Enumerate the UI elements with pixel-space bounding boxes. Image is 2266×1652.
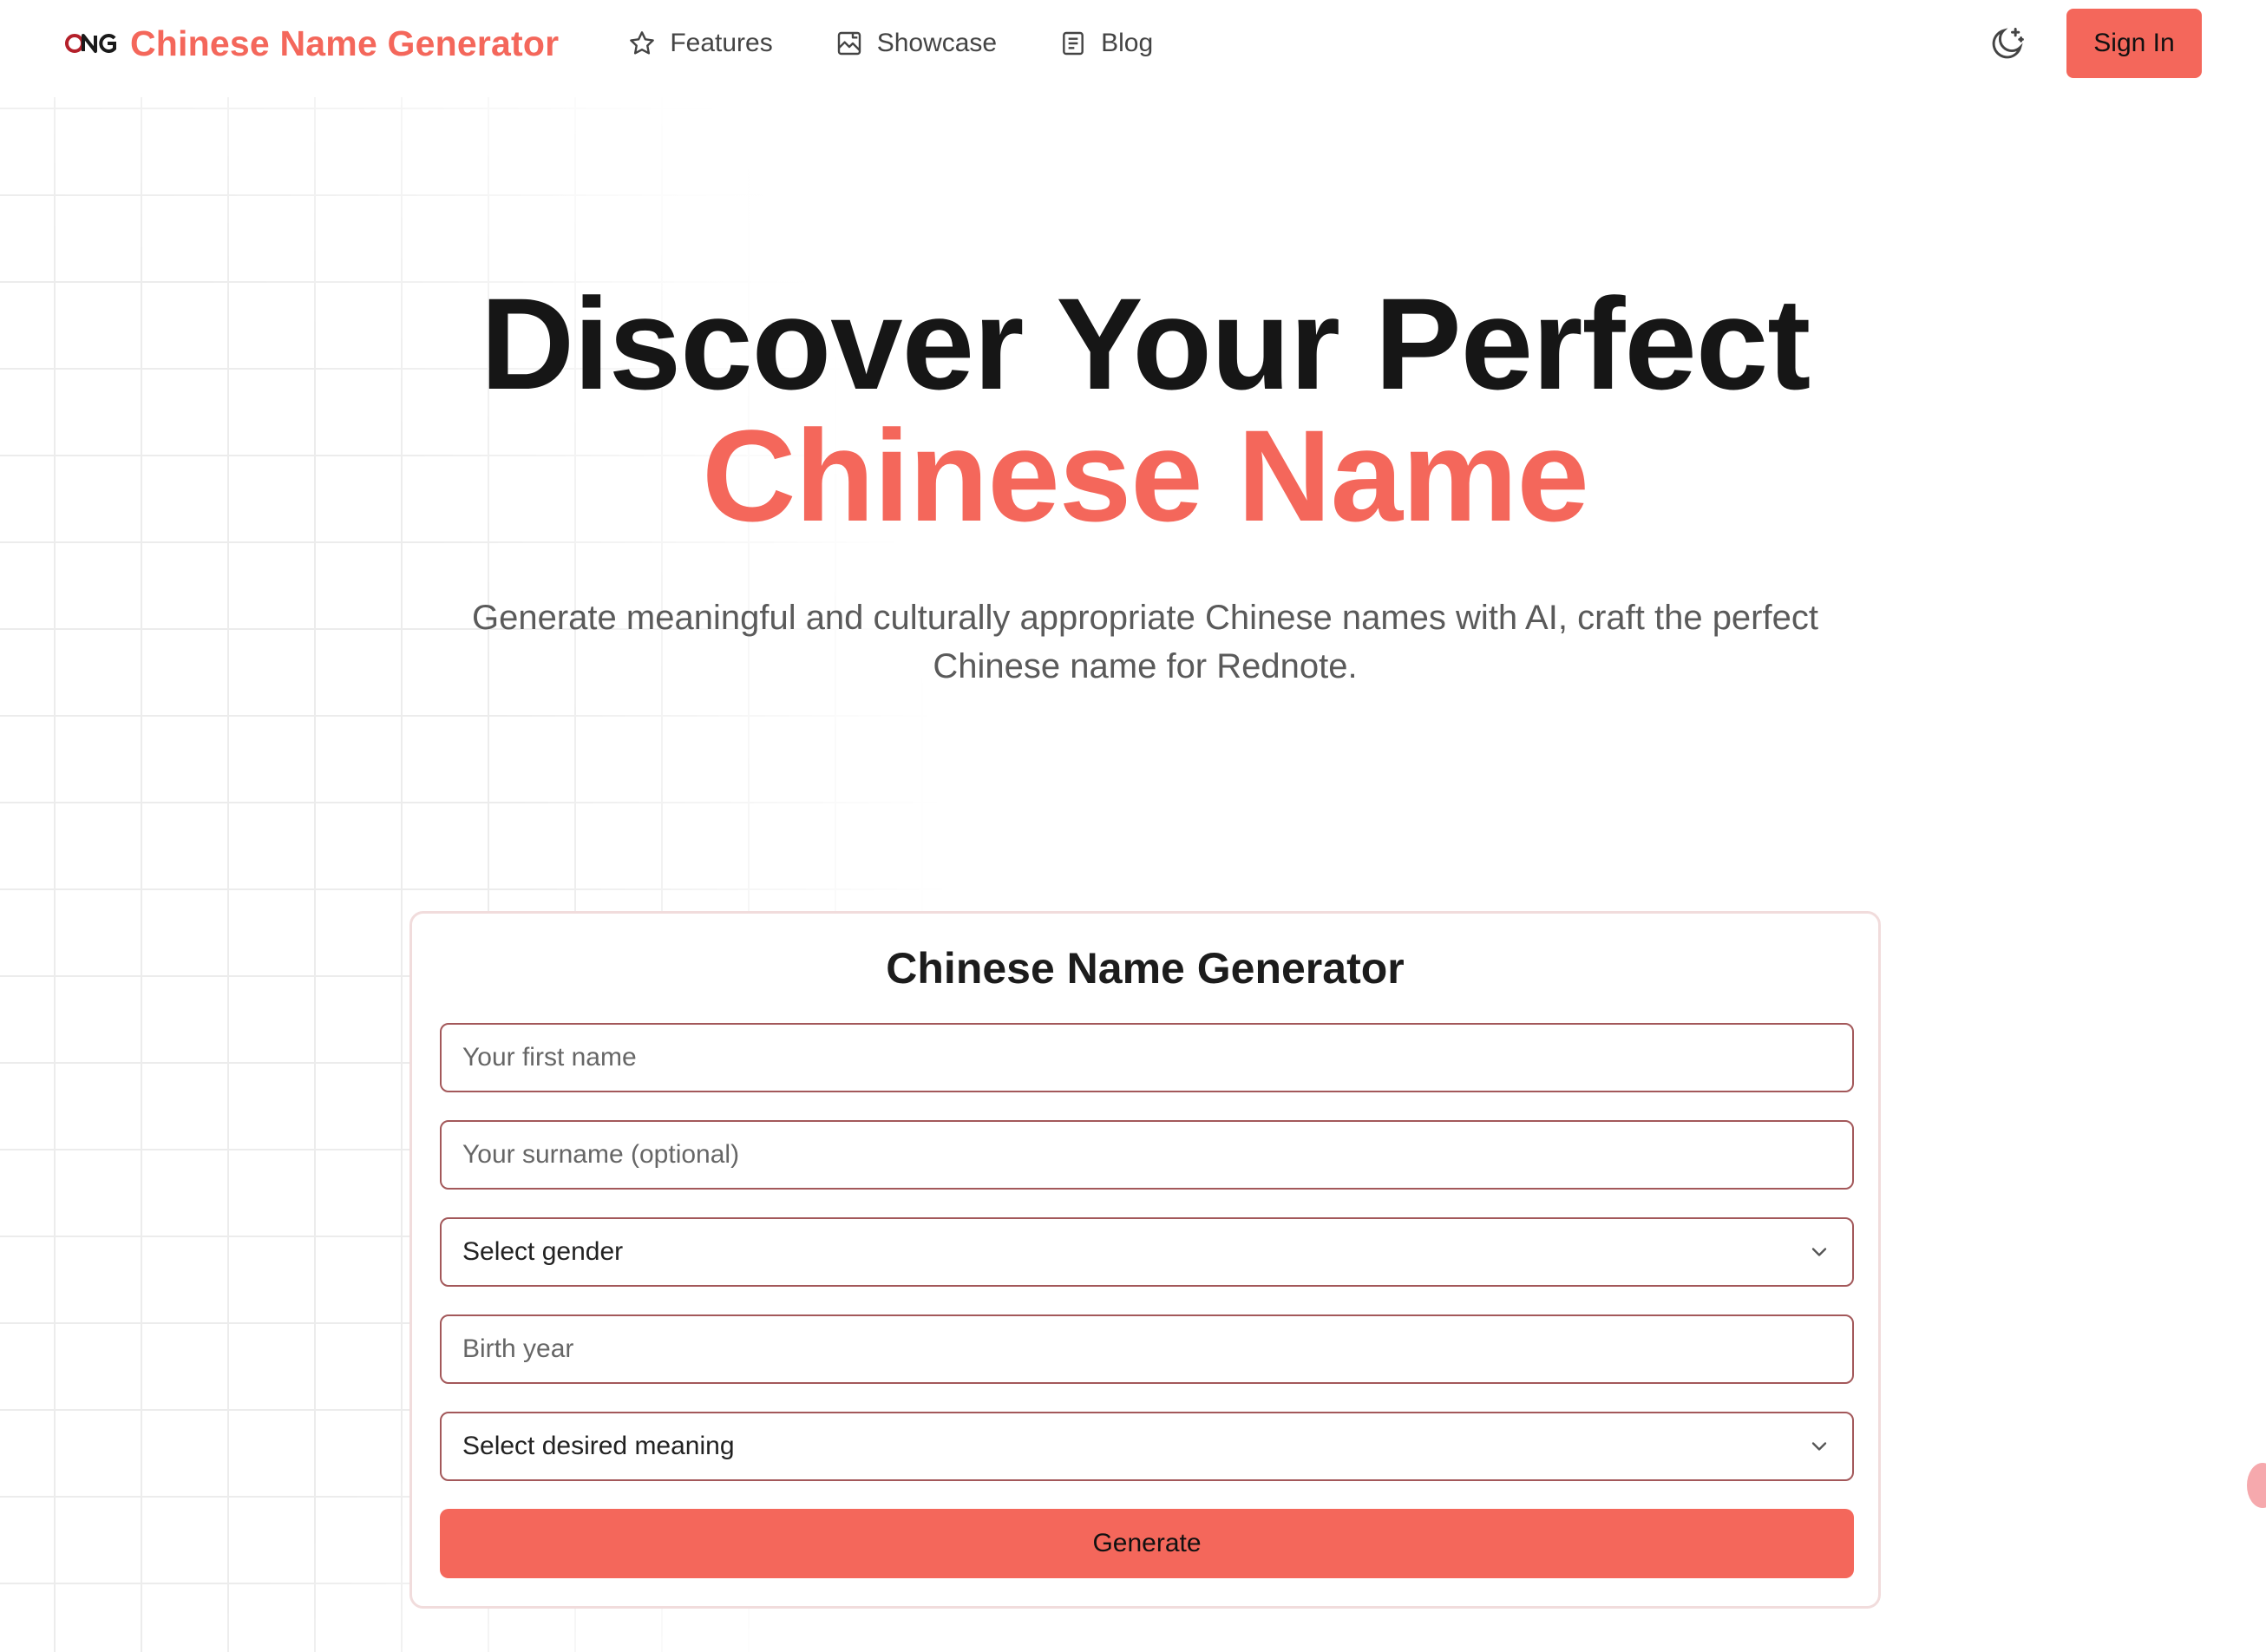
nav-features-label: Features [670,29,773,57]
generate-button[interactable]: Generate [440,1509,1854,1578]
hero-title: Discover Your Perfect Chinese Name [0,278,2266,541]
nav-showcase[interactable]: Showcase [835,29,997,58]
surname-field[interactable] [440,1120,1854,1190]
hero-title-line2: Chinese Name [702,403,1589,548]
nav-features[interactable]: Features [628,29,773,58]
form-title: Chinese Name Generator [886,944,1405,993]
nav-blog-label: Blog [1101,29,1154,57]
page: Chinese Name Generator Features Showcase [0,0,2266,1652]
sign-in-button[interactable]: Sign In [2066,9,2202,78]
document-icon [1063,31,1084,56]
first-name-input[interactable] [462,1043,1831,1072]
gender-select-value: Select gender [462,1237,624,1266]
logo-icon [65,34,116,53]
first-name-field[interactable] [440,1023,1854,1092]
floating-widget-edge[interactable] [2247,1463,2266,1508]
hero-section: Discover Your Perfect Chinese Name Gener… [0,278,2266,691]
moon-icon [1992,28,2024,59]
theme-toggle-button[interactable] [1987,23,2028,64]
chevron-down-icon [1811,1442,1827,1451]
hero-title-line1: Discover Your Perfect [480,271,1811,416]
birth-year-input[interactable] [462,1334,1831,1364]
nav-blog[interactable]: Blog [1059,29,1153,58]
hero-subtitle: Generate meaningful and culturally appro… [472,599,1818,685]
meaning-select-value: Select desired meaning [462,1432,735,1460]
star-icon [630,31,655,55]
surname-input[interactable] [462,1140,1831,1170]
meaning-select[interactable]: Select desired meaning [440,1412,1854,1481]
logo-link[interactable]: Chinese Name Generator [64,23,559,64]
image-icon [837,31,861,56]
chevron-down-icon [1811,1248,1827,1256]
site-header: Chinese Name Generator Features Showcase [0,0,2266,87]
birth-year-field[interactable] [440,1314,1854,1384]
generator-form-card: Chinese Name Generator Select gender Sel… [409,911,1881,1609]
header-actions: Sign In [1987,9,2202,78]
nav-showcase-label: Showcase [876,29,998,57]
gender-select[interactable]: Select gender [440,1217,1854,1287]
main-nav: Features Showcase Blog [628,29,1153,58]
brand-name: Chinese Name Generator [130,23,560,63]
